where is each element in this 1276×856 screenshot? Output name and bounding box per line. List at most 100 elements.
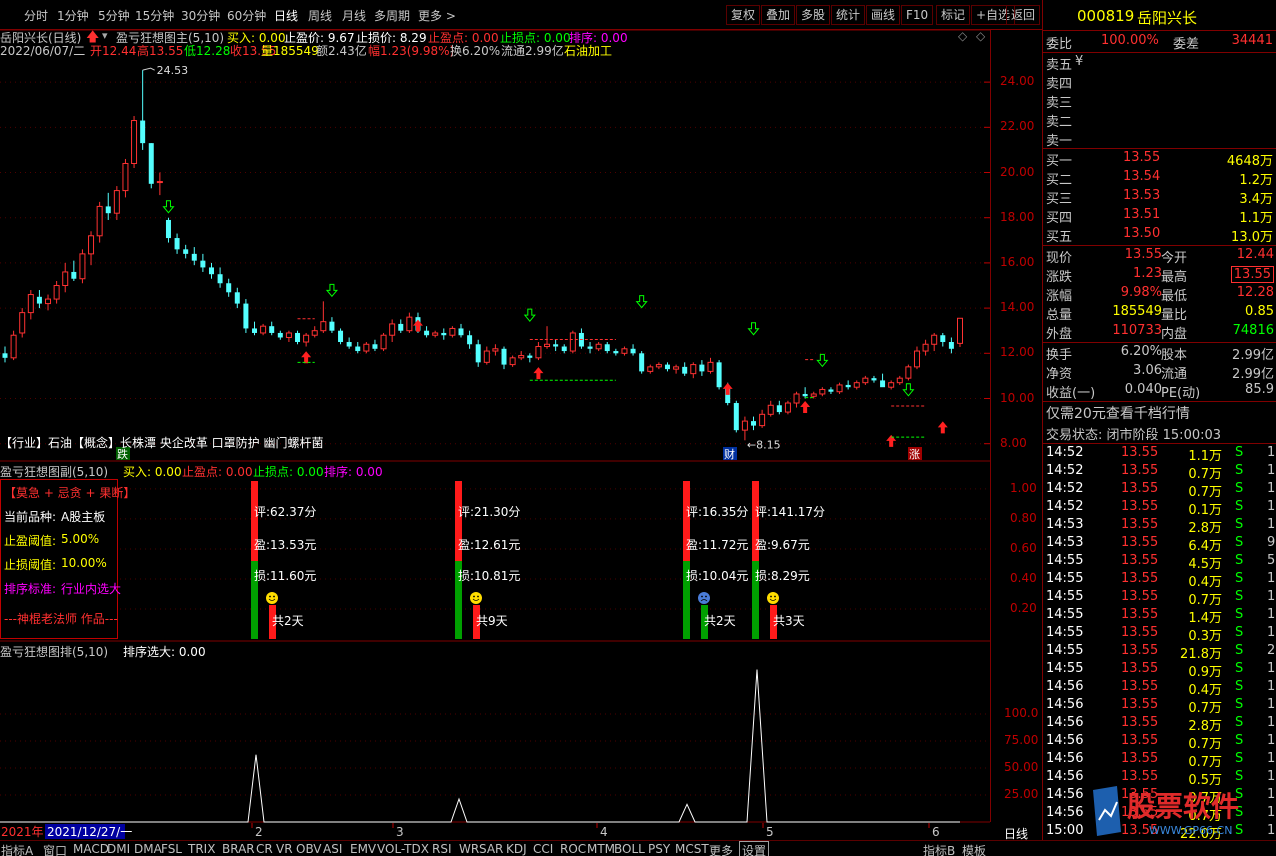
strategy-info-box: 【莫急 + 忌贪 + 果断】 当前品种: A股主板 止盈阈值: 5.00% 止损…	[0, 479, 135, 639]
timeline-month: 3	[396, 825, 404, 839]
stat-row: 总量 185549 量比 0.85	[1043, 304, 1276, 323]
tag-zhang-text: 涨	[909, 448, 920, 461]
buy-level-row: 买五 13.50 13.0万	[1043, 226, 1276, 245]
indicator-tab[interactable]: 指标A	[1, 842, 33, 856]
tick-side: S	[1235, 571, 1244, 586]
candle	[819, 387, 826, 397]
candle	[741, 416, 748, 441]
stat-row: 外盘 110733 内盘 74816	[1043, 323, 1276, 342]
indicator-tab[interactable]: EMV	[350, 842, 376, 856]
tick-count: 5	[1267, 553, 1276, 568]
buy-level-volume: 4648万	[1226, 154, 1273, 169]
candle	[518, 351, 525, 361]
weibi-value: 100.00%	[1101, 33, 1159, 48]
candle	[441, 328, 447, 340]
buy-level-label: 买三	[1046, 192, 1073, 207]
collapse-icon[interactable]: ▾	[102, 29, 108, 42]
indicator-tab[interactable]: DMA	[134, 842, 162, 856]
indicator-tab[interactable]: BOLL	[614, 842, 645, 856]
promo-row: 仅需20元查看千档行情	[1043, 403, 1276, 423]
trade-days: 共3天	[773, 614, 805, 628]
finance-label: 换手	[1046, 348, 1073, 363]
stat-label: 涨幅	[1046, 289, 1073, 304]
indicator-tab[interactable]: PSY	[648, 842, 670, 856]
stat-value: 9.98%	[1120, 285, 1162, 300]
chart-canvas[interactable]: 24.53←8.15跌财涨评:62.37分盈:13.53元损:11.60元共2天…	[0, 0, 990, 840]
indicator-tab[interactable]: CCI	[533, 842, 553, 856]
indicator-tab[interactable]: RSI	[432, 842, 452, 856]
tick-count: 1	[1267, 463, 1276, 478]
template-tab[interactable]: 模板	[962, 842, 986, 856]
tick-side: S	[1235, 517, 1244, 532]
indicator-tab[interactable]: MCST	[675, 842, 709, 856]
indicator-tab[interactable]: 设置	[739, 841, 770, 856]
diamond-icon[interactable]: ◇	[976, 29, 985, 43]
candle	[45, 294, 52, 311]
candle	[940, 332, 946, 347]
toolbar-button[interactable]: 返回	[1006, 5, 1041, 25]
tick-count: 1	[1267, 607, 1276, 622]
quote-turn: 换6.20%	[450, 44, 501, 58]
buy-level-price: 13.53	[1123, 188, 1161, 203]
finance-row: 净资 3.06 流通 2.99亿	[1043, 363, 1276, 382]
indicator-tab[interactable]: VOL-TDX	[377, 842, 429, 856]
trade-profit: 盈:9.67元	[755, 538, 810, 552]
finance-label: 股本	[1161, 348, 1188, 363]
tag-cai-text: 财	[724, 447, 735, 461]
indicator-tab[interactable]: BRAR	[222, 842, 255, 856]
trade-loss: 损:11.60元	[254, 569, 316, 583]
buy-level-row: 买三 13.53 3.4万	[1043, 188, 1276, 207]
trade-score: 评:141.17分	[755, 505, 825, 519]
indicator-tab[interactable]: CR	[256, 842, 273, 856]
tick-price: 13.55	[1121, 697, 1159, 712]
candle	[767, 400, 774, 417]
indicator-tab[interactable]: ASI	[323, 842, 342, 856]
tick-side: S	[1235, 445, 1244, 460]
indicator-b-tab[interactable]: 指标B	[923, 842, 955, 856]
candle	[595, 342, 602, 352]
indicator-tab[interactable]: 更多	[709, 842, 733, 856]
tick-count: 1	[1267, 517, 1276, 532]
indicator-tab[interactable]: KDJ	[506, 842, 527, 856]
indicator-tab[interactable]: 窗口	[43, 842, 67, 856]
trade-profit: 盈:11.72元	[686, 538, 748, 552]
candle	[776, 400, 782, 415]
tick-price: 13.55	[1121, 571, 1159, 586]
buy-level-label: 买一	[1046, 154, 1073, 169]
candle	[10, 330, 17, 361]
tick-price: 13.55	[1121, 517, 1159, 532]
candle	[793, 391, 800, 408]
candle	[690, 362, 697, 379]
promo-link[interactable]: 仅需20元查看千档行情	[1046, 403, 1190, 423]
indicator-tab[interactable]: SAR	[479, 842, 503, 856]
indicator-tab[interactable]: TRIX	[188, 842, 215, 856]
sub1-buy: 买入: 0.00	[123, 465, 182, 479]
buy-arrow-icon	[301, 351, 312, 364]
indicator-tab[interactable]: OBV	[296, 842, 322, 856]
indicator-tab[interactable]: FSL	[161, 842, 182, 856]
indicator-tab[interactable]: ROC	[560, 842, 586, 856]
candle	[862, 375, 869, 385]
quote-panel: 000819 岳阳兴长 委比 100.00% 委差 34441 卖五 ¥ 卖四 卖三 卖二 卖一 买一 1…	[1042, 0, 1276, 856]
indicator-tab[interactable]: WR	[459, 842, 479, 856]
indicator-tab[interactable]: VR	[276, 842, 293, 856]
tick-time: 14:55	[1046, 589, 1084, 604]
quote-amp: 幅1.23(9.98%)	[368, 44, 455, 58]
indicator-tab[interactable]: MACD	[73, 842, 109, 856]
divider	[1043, 342, 1276, 343]
tick-volume: 0.7万	[1188, 755, 1222, 770]
candle	[913, 346, 920, 370]
indicator-tab[interactable]: MTM	[587, 842, 615, 856]
tick-price: 13.55	[1121, 499, 1159, 514]
indicator-tab[interactable]: DMI	[107, 842, 130, 856]
quote-vol: 量185549	[261, 44, 319, 58]
sub1-indicator-name[interactable]: 盈亏狂想图副(5,10)	[0, 463, 108, 480]
diamond-icon[interactable]: ◇	[958, 29, 967, 43]
tick-volume: 0.7万	[1188, 467, 1222, 482]
tick-time: 14:55	[1046, 643, 1084, 658]
sell-level-label: 卖三	[1046, 96, 1073, 111]
sub2-indicator-name[interactable]: 盈亏狂想图排(5,10)	[0, 643, 108, 660]
tick-time: 14:52	[1046, 445, 1084, 460]
timeline-year: 2021年	[1, 825, 44, 839]
quote-low: 低12.28	[184, 44, 231, 58]
